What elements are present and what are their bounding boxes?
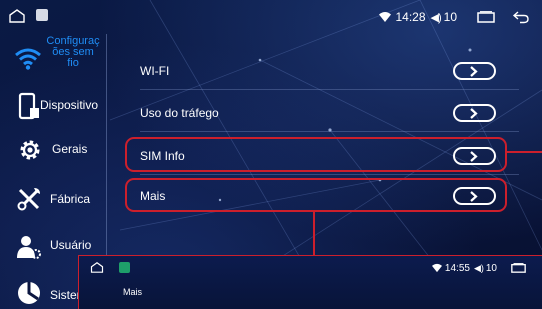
home-icon: [90, 262, 104, 273]
volume-icon: ◀): [473, 262, 484, 273]
recent-apps-icon: [511, 263, 526, 273]
inset-time: 14:55: [444, 262, 470, 274]
volume-level: 10: [485, 262, 497, 274]
app-icon: [119, 262, 130, 273]
wifi-icon: [431, 263, 442, 273]
inset-title: Mais: [123, 287, 143, 297]
inset-screenshot: 14:55 ◀) 10 Mais: [78, 255, 542, 309]
